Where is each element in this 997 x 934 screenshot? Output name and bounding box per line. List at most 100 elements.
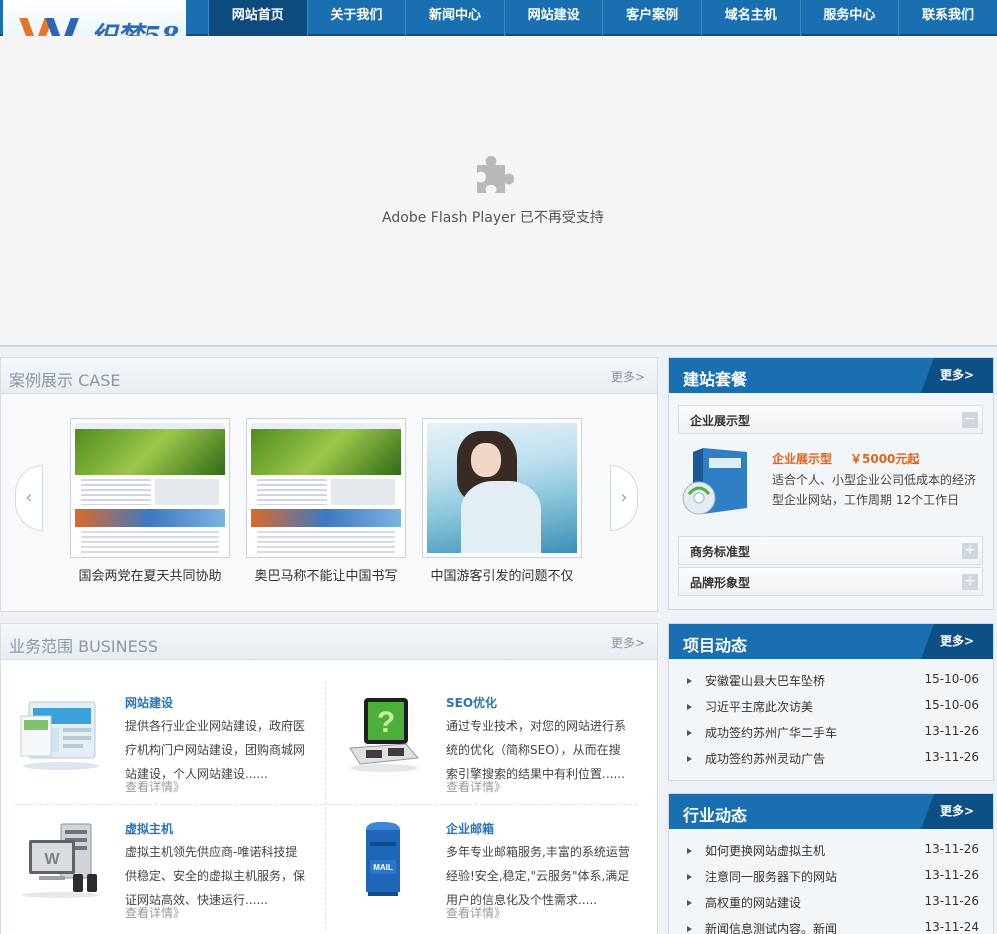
expand-icon[interactable]: +: [962, 574, 978, 590]
case-panel-title: 案例展示 CASE: [9, 371, 121, 390]
flash-unsupported-message: Adobe Flash Player 已不再受支持: [382, 210, 604, 226]
business-item-desc: 多年专业邮箱服务,丰富的系统运营经验!安全,稳定,"云服务"体系,满足用户的信息…: [446, 845, 630, 907]
business-item-title[interactable]: SEO优化: [446, 694, 497, 711]
bullet-arrow-icon: [687, 730, 692, 736]
case-more-link[interactable]: 更多>: [611, 368, 645, 385]
news-title[interactable]: 新闻信息测试内容。新闻: [705, 920, 905, 934]
list-item[interactable]: 新闻信息测试内容。新闻 13-11-24: [687, 920, 979, 934]
packages-more-link[interactable]: 更多>: [921, 358, 993, 393]
bullet-arrow-icon: [687, 926, 692, 932]
news-date: 15-10-06: [924, 698, 979, 712]
news-title[interactable]: 成功签约苏州广华二手车: [705, 724, 905, 741]
business-item-seo: ? SEO优化 通过专业技术，对您的网站进行系统的优化（简称SEO），从而在搜索…: [336, 694, 636, 804]
industry-news-title: 行业动态: [683, 806, 748, 825]
news-date: 13-11-26: [924, 724, 979, 738]
business-item-desc: 提供各行业企业网站建设，政府医疗机构门户网站建设，团购商城网站建设，个人网站建设…: [125, 719, 306, 781]
business-item-more-link[interactable]: 查看详情》: [446, 904, 506, 921]
case-thumb-2[interactable]: [246, 418, 406, 558]
bullet-arrow-icon: [687, 678, 692, 684]
packages-panel-header: 建站套餐 更多>: [669, 358, 993, 393]
svg-text:?: ?: [377, 706, 395, 739]
nav-item-about[interactable]: 关于我们: [306, 0, 406, 36]
main-nav: 网站首页 关于我们 新闻中心 网站建设 客户案例 域名主机 服务中心 联系我们: [208, 0, 997, 36]
bullet-arrow-icon: [687, 900, 692, 906]
industry-news-panel: 行业动态 更多> 如何更换网站虚拟主机 13-11-26 注意同一服务器下的网站 1…: [668, 793, 994, 934]
industry-news-list: 如何更换网站虚拟主机 13-11-26 注意同一服务器下的网站 13-11-26 高…: [687, 842, 979, 934]
business-item-desc: 虚拟主机领先供应商-唯诺科技提供稳定、安全的虚拟主机服务，保证网站高效、快速运行…: [125, 845, 306, 907]
nav-item-domain-hosting[interactable]: 域名主机: [700, 0, 800, 36]
nav-item-cases[interactable]: 客户案例: [602, 0, 701, 36]
case-thumb-1[interactable]: [70, 418, 230, 558]
case-prev-button[interactable]: ‹: [15, 465, 43, 531]
news-title[interactable]: 安徽霍山县大巴车坠桥: [705, 672, 905, 689]
list-item[interactable]: 注意同一服务器下的网站 13-11-26: [687, 868, 979, 894]
svg-text:MAIL: MAIL: [373, 863, 393, 872]
business-item-hosting: W 虚拟主机 虚拟主机领先供应商-唯诺科技提供稳定、安全的虚拟主机服务，保证网站…: [15, 820, 315, 930]
package-tab-brand[interactable]: 品牌形象型 +: [678, 567, 983, 596]
svg-text:W: W: [44, 851, 60, 868]
packages-panel-title: 建站套餐: [683, 370, 748, 389]
news-date: 13-11-26: [924, 842, 979, 856]
website-icon: [20, 701, 99, 770]
nav-item-home[interactable]: 网站首页: [208, 0, 307, 36]
project-news-title: 项目动态: [683, 636, 748, 655]
case-panel-header: 案例展示 CASE 更多>: [1, 358, 657, 394]
news-date: 15-10-06: [924, 672, 979, 686]
list-item[interactable]: 成功签约苏州灵动广告 13-11-26: [687, 750, 979, 776]
case-thumb-3[interactable]: [422, 418, 582, 558]
case-caption-2[interactable]: 奥巴马称不能让中国书写: [238, 565, 414, 584]
nav-item-website-build[interactable]: 网站建设: [503, 0, 603, 36]
case-photo: [427, 423, 577, 553]
news-date: 13-11-26: [924, 868, 979, 882]
list-item[interactable]: 安徽霍山县大巴车坠桥 15-10-06: [687, 672, 979, 698]
case-website-screenshot: [251, 423, 401, 553]
package-tab-label: 商务标准型: [690, 545, 751, 559]
industry-news-more-link[interactable]: 更多>: [921, 794, 993, 829]
bullet-arrow-icon: [687, 704, 692, 710]
list-item[interactable]: 如何更换网站虚拟主机 13-11-26: [687, 842, 979, 868]
package-details: 企业展示型 ￥5000元起 适合个人、小型企业公司低成本的经济型企业网站，工作周…: [678, 438, 983, 528]
nav-item-contact[interactable]: 联系我们: [898, 0, 997, 36]
package-tab-label: 企业展示型: [690, 414, 751, 428]
bullet-arrow-icon: [687, 874, 692, 880]
package-tab-label: 品牌形象型: [690, 576, 751, 590]
list-item[interactable]: 习近平主席此次访美 15-10-06: [687, 698, 979, 724]
seo-icon: ?: [349, 698, 420, 772]
news-date: 13-11-26: [924, 750, 979, 764]
business-item-title[interactable]: 企业邮箱: [446, 820, 494, 837]
expand-icon[interactable]: +: [962, 543, 978, 559]
collapse-icon[interactable]: −: [962, 412, 978, 428]
divider: [325, 682, 326, 930]
business-item-more-link[interactable]: 查看详情》: [125, 904, 185, 921]
list-item[interactable]: 高权重的网站建设 13-11-26: [687, 894, 979, 920]
business-panel-title: 业务范围 BUSINESS: [9, 637, 159, 656]
package-name[interactable]: 企业展示型: [772, 450, 832, 467]
news-title[interactable]: 如何更换网站虚拟主机: [705, 842, 905, 859]
news-title[interactable]: 习近平主席此次访美: [705, 698, 905, 715]
business-item-desc: 通过专业技术，对您的网站进行系统的优化（简称SEO），从而在搜索引擎搜索的结果中…: [446, 719, 627, 781]
nav-item-service[interactable]: 服务中心: [799, 0, 899, 36]
business-item-more-link[interactable]: 查看详情》: [125, 778, 185, 795]
software-box-image: [682, 448, 747, 515]
nav-item-news[interactable]: 新闻中心: [405, 0, 504, 36]
case-caption-3[interactable]: 中国游客引发的问题不仅: [414, 565, 590, 584]
server-icon: W: [22, 823, 98, 898]
news-title[interactable]: 高权重的网站建设: [705, 894, 905, 911]
list-item[interactable]: 成功签约苏州广华二手车 13-11-26: [687, 724, 979, 750]
package-tab-enterprise[interactable]: 企业展示型 −: [678, 405, 983, 434]
case-next-button[interactable]: ›: [610, 465, 638, 531]
plugin-puzzle-icon: [477, 156, 514, 193]
business-item-title[interactable]: 虚拟主机: [125, 820, 173, 837]
package-tab-business[interactable]: 商务标准型 +: [678, 536, 983, 565]
mailbox-icon: MAIL: [366, 822, 400, 896]
business-item-more-link[interactable]: 查看详情》: [446, 778, 506, 795]
news-title[interactable]: 注意同一服务器下的网站: [705, 868, 905, 885]
case-caption-1[interactable]: 国会两党在夏天共同协助: [62, 565, 238, 584]
flash-banner: Adobe Flash Player 已不再受支持: [0, 36, 997, 347]
project-news-list: 安徽霍山县大巴车坠桥 15-10-06 习近平主席此次访美 15-10-06 成功签…: [687, 672, 979, 776]
business-item-title[interactable]: 网站建设: [125, 694, 173, 711]
project-news-more-link[interactable]: 更多>: [921, 624, 993, 659]
news-title[interactable]: 成功签约苏州灵动广告: [705, 750, 905, 767]
business-more-link[interactable]: 更多>: [611, 634, 645, 651]
business-item-mail: MAIL 企业邮箱 多年专业邮箱服务,丰富的系统运营经验!安全,稳定,"云服务"…: [336, 820, 636, 930]
